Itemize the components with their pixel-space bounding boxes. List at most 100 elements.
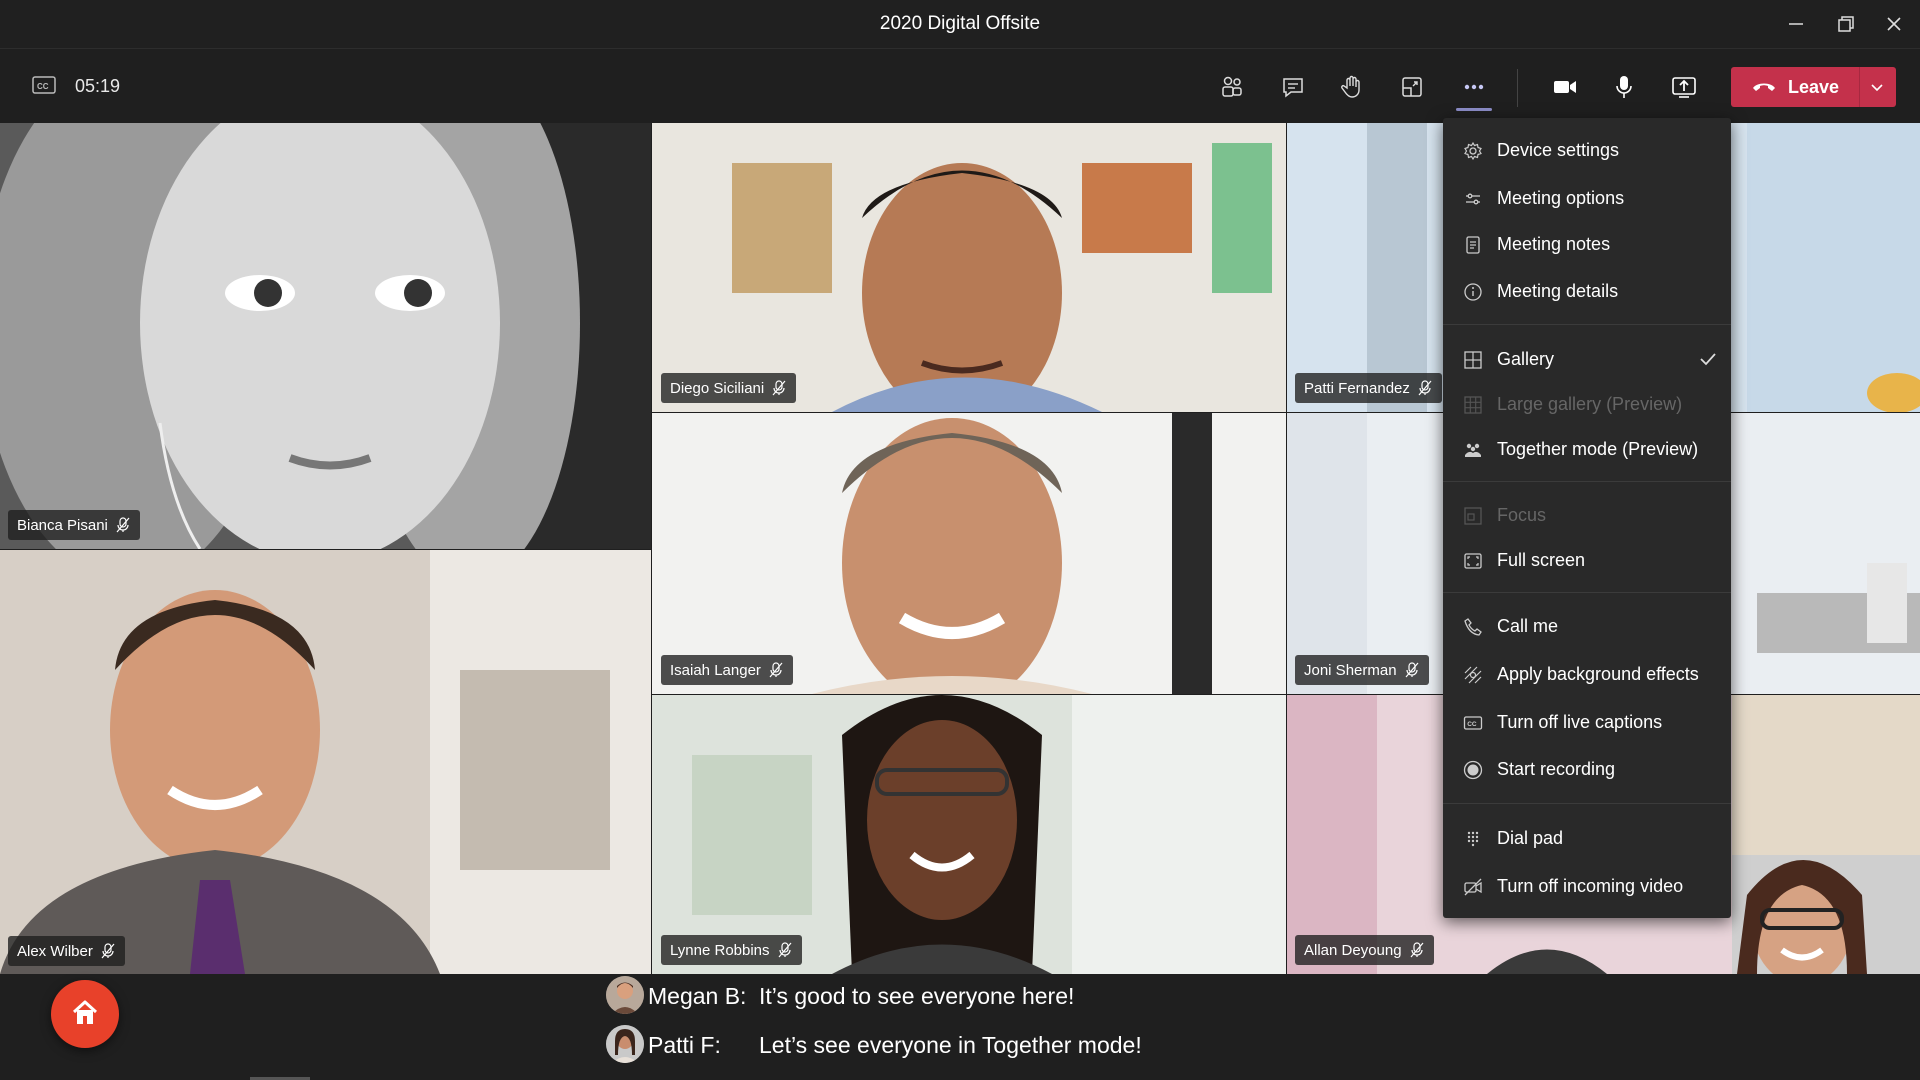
video-tile[interactable]: Diego Siciliani	[652, 123, 1286, 412]
menu-item-focus: Focus	[1443, 495, 1731, 535]
fullscreen-icon	[1464, 553, 1482, 569]
active-tab-indicator	[1456, 108, 1492, 111]
caption-speaker: Patti F:	[648, 1032, 721, 1058]
participant-name: Joni Sherman	[1304, 661, 1397, 679]
captions-icon: CC	[1463, 716, 1483, 730]
participant-name: Allan Deyoung	[1304, 941, 1402, 959]
close-button[interactable]	[1880, 10, 1908, 38]
participant-video	[0, 123, 651, 549]
microphone-button[interactable]	[1604, 67, 1644, 107]
menu-item-label: Focus	[1497, 505, 1547, 525]
participant-name: Lynne Robbins	[670, 941, 770, 959]
more-actions-button[interactable]	[1454, 67, 1494, 107]
more-actions-icon	[1464, 84, 1484, 90]
gear-icon	[1464, 141, 1482, 161]
svg-text:CC: CC	[37, 82, 49, 91]
close-icon	[1887, 17, 1901, 31]
restore-icon	[1838, 16, 1854, 32]
microphone-muted-icon	[769, 662, 783, 678]
people-icon	[1222, 76, 1242, 97]
menu-item-incoming-video[interactable]: Turn off incoming video	[1443, 866, 1731, 906]
show-conversation-button[interactable]	[1273, 67, 1313, 107]
camera-icon	[1554, 81, 1576, 93]
notes-icon	[1466, 236, 1480, 254]
menu-item-label: Gallery	[1497, 349, 1555, 369]
menu-divider	[1443, 324, 1731, 325]
caption-text: It’s good to see everyone here!	[759, 983, 1075, 1009]
video-off-icon	[1464, 878, 1482, 896]
participant-name: Alex Wilber	[17, 942, 93, 960]
menu-item-label: Dial pad	[1497, 828, 1564, 848]
menu-item-live-captions[interactable]: CC Turn off live captions	[1443, 702, 1731, 742]
video-tile[interactable]: Isaiah Langer	[652, 413, 1286, 694]
menu-item-background-effects[interactable]: Apply background effects	[1443, 654, 1731, 694]
checkmark-icon	[1700, 353, 1716, 366]
meeting-toolbar: CC 05:19 Leave	[0, 49, 1920, 123]
participant-name: Bianca Pisani	[17, 516, 108, 534]
menu-item-label: Turn off live captions	[1497, 712, 1663, 732]
microphone-muted-icon	[116, 517, 130, 533]
caption-text: Let’s see everyone in Together mode!	[759, 1032, 1142, 1058]
focus-icon	[1464, 507, 1482, 525]
video-tile[interactable]: Alex Wilber	[0, 550, 651, 974]
participant-name: Patti Fernandez	[1304, 379, 1410, 397]
chevron-down-icon[interactable]	[1867, 77, 1887, 97]
menu-divider	[1443, 592, 1731, 593]
captions-icon[interactable]: CC	[32, 76, 56, 94]
large-grid-icon	[1464, 396, 1482, 414]
menu-item-meeting-details[interactable]: Meeting details	[1443, 271, 1731, 311]
menu-item-start-recording[interactable]: Start recording	[1443, 749, 1731, 789]
menu-item-full-screen[interactable]: Full screen	[1443, 540, 1731, 580]
raise-hand-icon	[1341, 75, 1360, 98]
info-icon	[1464, 283, 1482, 301]
title-bar: 2020 Digital Offsite	[0, 0, 1920, 49]
breakout-rooms-icon	[1402, 77, 1422, 97]
grid-icon	[1464, 351, 1482, 369]
minimize-icon	[1789, 23, 1803, 25]
participant-name-tag: Allan Deyoung	[1295, 935, 1434, 965]
menu-item-meeting-options[interactable]: Meeting options	[1443, 178, 1731, 218]
menu-item-dial-pad[interactable]: Dial pad	[1443, 818, 1731, 858]
menu-item-label: Meeting options	[1497, 188, 1625, 208]
microphone-muted-icon	[101, 943, 115, 959]
menu-item-device-settings[interactable]: Device settings	[1443, 130, 1731, 170]
menu-item-label: Meeting details	[1497, 281, 1619, 301]
home-button[interactable]	[51, 980, 119, 1048]
leave-button[interactable]: Leave	[1731, 67, 1896, 107]
microphone-muted-icon	[778, 942, 791, 958]
microphone-muted-icon	[1405, 662, 1419, 678]
show-participants-button[interactable]	[1212, 67, 1252, 107]
menu-item-label: Large gallery (Preview)	[1497, 394, 1683, 414]
menu-item-call-me[interactable]: Call me	[1443, 606, 1731, 646]
more-actions-menu: Device settings Meeting options Meeting …	[1443, 118, 1731, 918]
menu-item-meeting-notes[interactable]: Meeting notes	[1443, 224, 1731, 264]
avatar	[606, 976, 644, 1014]
participant-name-tag: Lynne Robbins	[661, 935, 802, 965]
menu-item-label: Start recording	[1497, 759, 1616, 779]
restore-button[interactable]	[1832, 10, 1860, 38]
menu-item-together-mode[interactable]: Together mode (Preview)	[1443, 429, 1731, 469]
participant-name: Isaiah Langer	[670, 661, 761, 679]
dialpad-icon	[1467, 831, 1479, 847]
menu-item-label: Apply background effects	[1497, 664, 1699, 684]
video-tile[interactable]: Lynne Robbins	[652, 695, 1286, 974]
menu-item-label: Together mode (Preview)	[1497, 439, 1699, 459]
participant-name-tag: Isaiah Langer	[661, 655, 793, 685]
raise-hand-button[interactable]	[1332, 67, 1372, 107]
caption-speaker: Megan B:	[648, 983, 747, 1009]
leave-label: Leave	[1788, 77, 1840, 97]
share-screen-button[interactable]	[1664, 67, 1704, 107]
phone-icon	[1464, 618, 1482, 636]
video-tile[interactable]: Bianca Pisani	[0, 123, 651, 549]
camera-button[interactable]	[1545, 67, 1585, 107]
background-effects-icon	[1464, 666, 1482, 684]
menu-item-large-gallery: Large gallery (Preview)	[1443, 384, 1731, 424]
menu-divider	[1443, 481, 1731, 482]
participant-name-tag: Alex Wilber	[8, 936, 125, 966]
breakout-rooms-button[interactable]	[1392, 67, 1432, 107]
record-icon	[1463, 760, 1483, 780]
menu-item-gallery[interactable]: Gallery	[1443, 339, 1731, 379]
minimize-button[interactable]	[1782, 10, 1810, 38]
participant-name-tag: Patti Fernandez	[1295, 373, 1442, 403]
menu-divider	[1443, 803, 1731, 804]
